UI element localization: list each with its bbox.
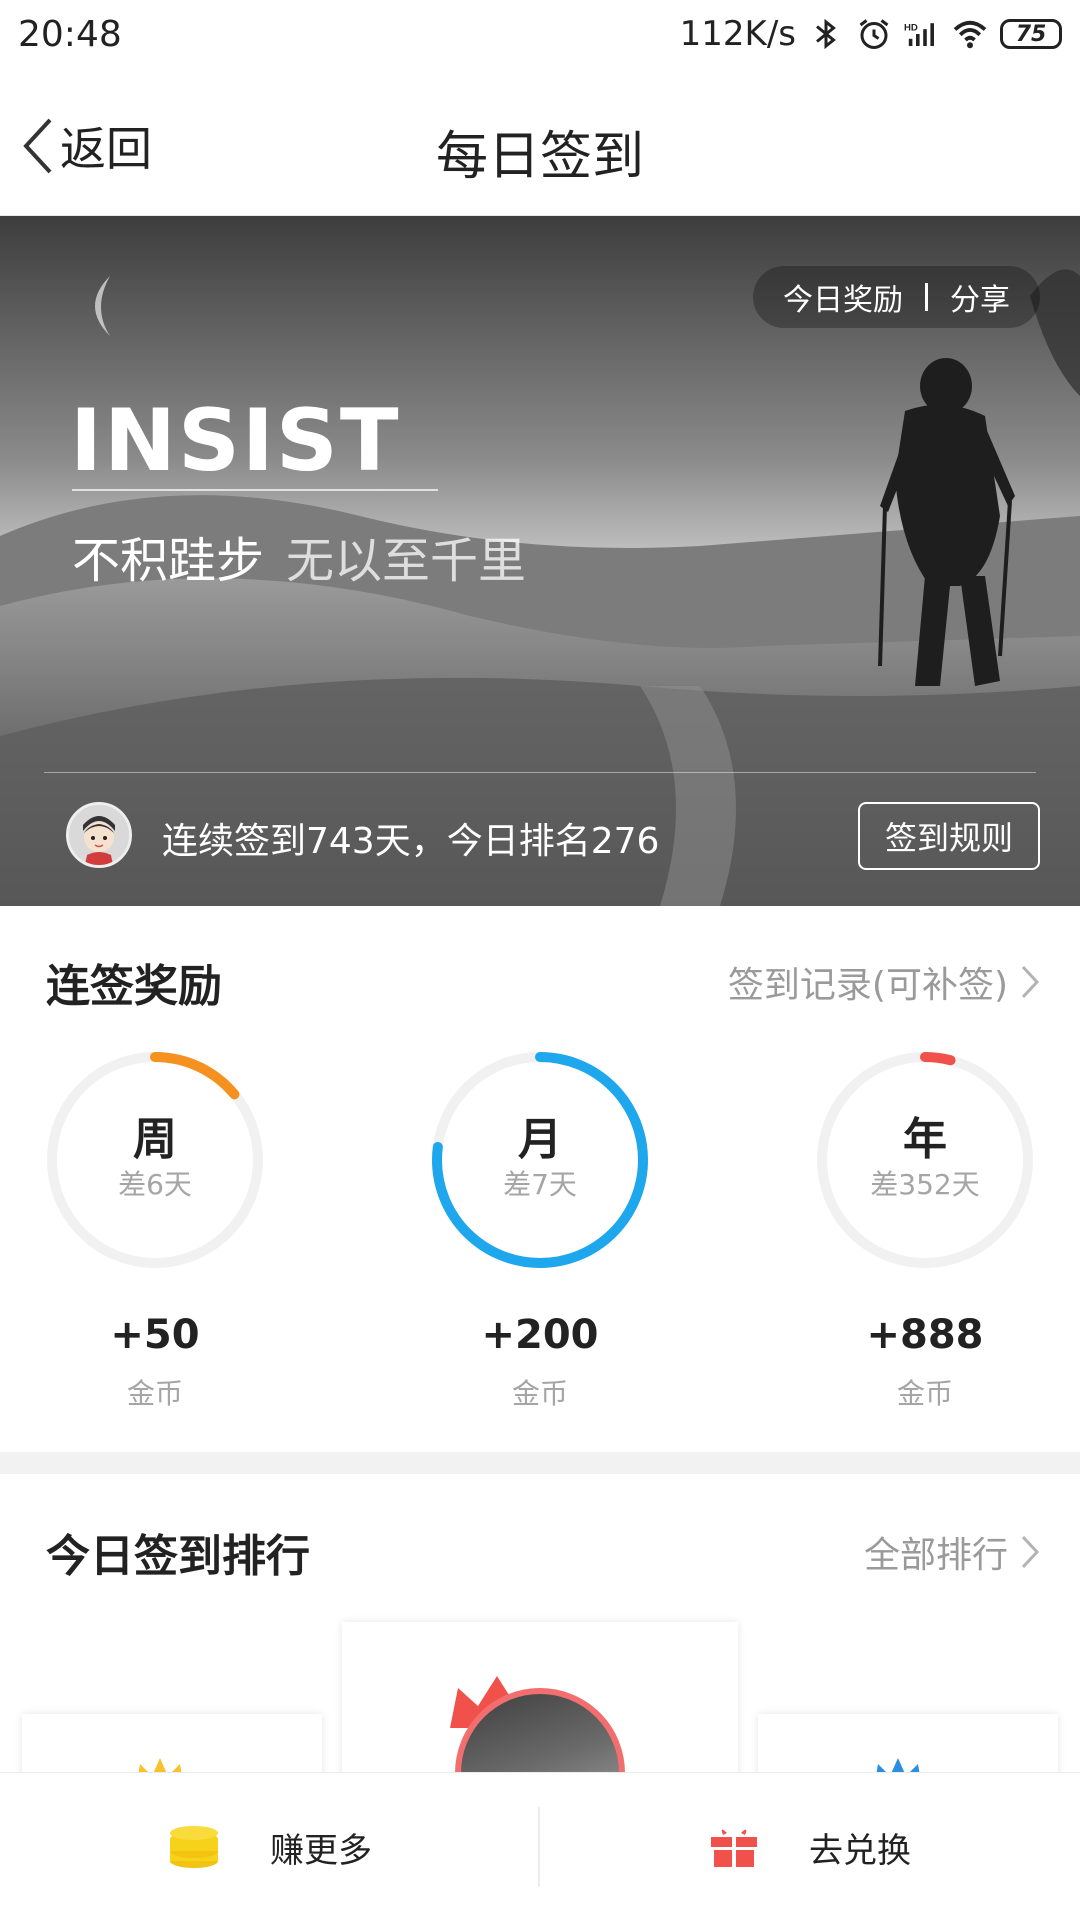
reward-year-unit: 金币 bbox=[896, 1377, 953, 1410]
ring-year-label: 年 bbox=[903, 1114, 947, 1165]
checkin-record-label: 签到记录(可补签) bbox=[727, 965, 1008, 1006]
reward-year-value: +888 bbox=[866, 1312, 984, 1358]
pill-divider bbox=[925, 283, 928, 311]
battery-icon: 75 bbox=[1000, 19, 1062, 49]
gift-icon bbox=[711, 1829, 757, 1867]
bottom-bar: 赚更多 去兑换 bbox=[0, 1772, 1080, 1920]
wifi-icon bbox=[953, 20, 987, 49]
section-divider bbox=[0, 1452, 1080, 1474]
all-ranking-link[interactable]: 全部排行 bbox=[864, 1526, 1040, 1578]
ring-week-label: 周 bbox=[133, 1114, 177, 1165]
checkin-rules-button[interactable]: 签到规则 bbox=[858, 802, 1040, 870]
avatar-face-icon bbox=[69, 805, 129, 865]
earn-more-button[interactable]: 赚更多 bbox=[0, 1773, 540, 1921]
status-bar: 20:48 112K/s HD 75 bbox=[0, 0, 1080, 76]
ring-year: 年 差352天 bbox=[810, 1045, 1040, 1275]
redeem-label: 去兑换 bbox=[809, 1830, 911, 1871]
all-ranking-label: 全部排行 bbox=[863, 1535, 1008, 1576]
banner-headline: INSIST bbox=[70, 391, 401, 491]
streak-rings: 周 差6天 月 差7天 年 差352天 bbox=[0, 1045, 1080, 1275]
chevron-right-icon bbox=[1021, 965, 1040, 999]
streak-rewards-header: 连签奖励 签到记录(可补签) bbox=[0, 930, 1080, 1030]
redeem-button[interactable]: 去兑换 bbox=[540, 1773, 1080, 1921]
ring-week: 周 差6天 bbox=[40, 1045, 270, 1275]
page-title: 每日签到 bbox=[435, 127, 644, 187]
network-speed: 112K/s bbox=[679, 14, 796, 54]
hd-signal-icon: HD bbox=[904, 22, 934, 46]
share-link[interactable]: 分享 bbox=[950, 275, 1010, 319]
earn-more-label: 赚更多 bbox=[270, 1830, 372, 1871]
ranking-title: 今日签到排行 bbox=[46, 1531, 310, 1582]
ring-year-remaining: 差352天 bbox=[870, 1168, 980, 1201]
ring-month: 月 差7天 bbox=[425, 1045, 655, 1275]
status-time: 20:48 bbox=[18, 14, 122, 55]
reward-week: +50 金币 bbox=[40, 1312, 270, 1412]
reward-week-value: +50 bbox=[110, 1312, 200, 1358]
motto-rest: 无以至千里 bbox=[286, 533, 527, 589]
svg-text:HD: HD bbox=[904, 22, 918, 33]
status-icons: 112K/s HD 75 bbox=[680, 14, 1062, 54]
reward-year: +888 金币 bbox=[810, 1312, 1040, 1412]
chevron-right-icon bbox=[1021, 1535, 1040, 1569]
reward-month-value: +200 bbox=[481, 1312, 599, 1358]
reward-month-unit: 金币 bbox=[511, 1377, 568, 1410]
checkin-record-link[interactable]: 签到记录(可补签) bbox=[728, 956, 1040, 1008]
streak-rewards-title: 连签奖励 bbox=[46, 961, 222, 1012]
nav-bar: 返回 每日签到 bbox=[0, 76, 1080, 216]
today-reward-link[interactable]: 今日奖励 bbox=[783, 275, 903, 319]
alarm-icon bbox=[859, 19, 889, 49]
ring-month-remaining: 差7天 bbox=[503, 1168, 577, 1201]
coin-stack-icon bbox=[170, 1826, 218, 1868]
avatar[interactable] bbox=[66, 802, 132, 868]
banner-divider bbox=[44, 772, 1036, 773]
reward-week-unit: 金币 bbox=[126, 1377, 183, 1410]
checkin-banner: 今日奖励 分享 INSIST 不积跬步 无以至千里 连续签到743天，今日排名27… bbox=[0, 216, 1080, 906]
ranking-header: 今日签到排行 全部排行 bbox=[0, 1500, 1080, 1600]
streak-summary: 连续签到743天，今日排名276 bbox=[162, 821, 660, 862]
banner-motto: 不积跬步 无以至千里 bbox=[72, 521, 526, 591]
headline-underline bbox=[72, 489, 438, 491]
reward-month: +200 金币 bbox=[425, 1312, 655, 1412]
motto-main: 不积跬步 bbox=[72, 533, 265, 589]
ring-month-label: 月 bbox=[518, 1114, 562, 1165]
bluetooth-icon bbox=[816, 18, 836, 50]
banner-actions: 今日奖励 分享 bbox=[753, 266, 1040, 328]
ring-week-remaining: 差6天 bbox=[118, 1168, 192, 1201]
